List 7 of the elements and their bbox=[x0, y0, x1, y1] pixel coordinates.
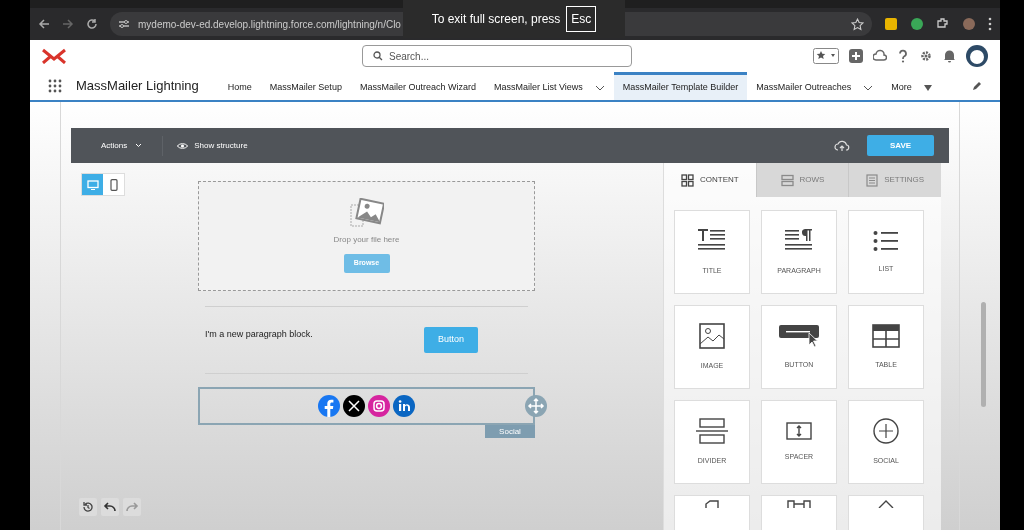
paragraph-text: I'm a new paragraph block. bbox=[205, 328, 313, 341]
url-text: mydemo-dev-ed.develop.lightning.force.com/lightning/n/Clo bbox=[138, 17, 401, 32]
drop-hint: Drop your file here bbox=[333, 234, 400, 246]
block-label: Social bbox=[485, 425, 535, 438]
app-name: MassMailer Lightning bbox=[76, 77, 199, 96]
notice-text: To exit full screen, press bbox=[431, 11, 561, 28]
key-label: Esc bbox=[566, 6, 597, 32]
